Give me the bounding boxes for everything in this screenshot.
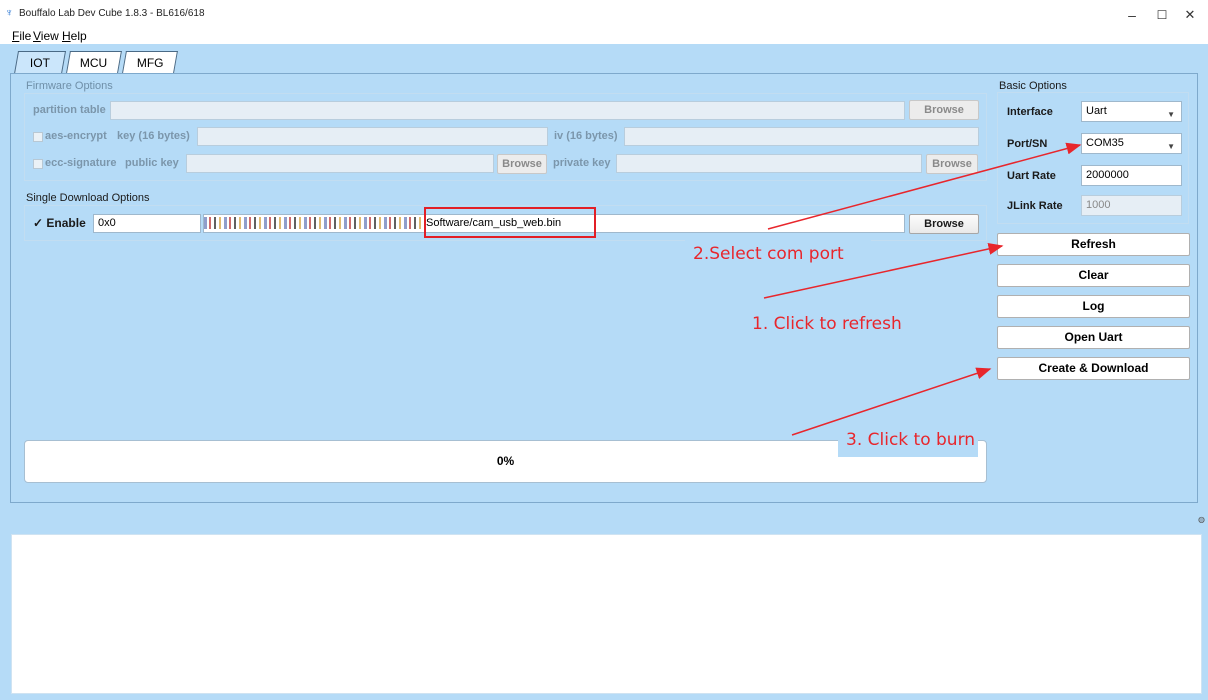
arrow-to-refresh [763,243,1004,299]
annotation-arrows [763,142,1082,436]
arrow-to-port [767,142,1082,230]
arrow-to-download [791,367,992,436]
